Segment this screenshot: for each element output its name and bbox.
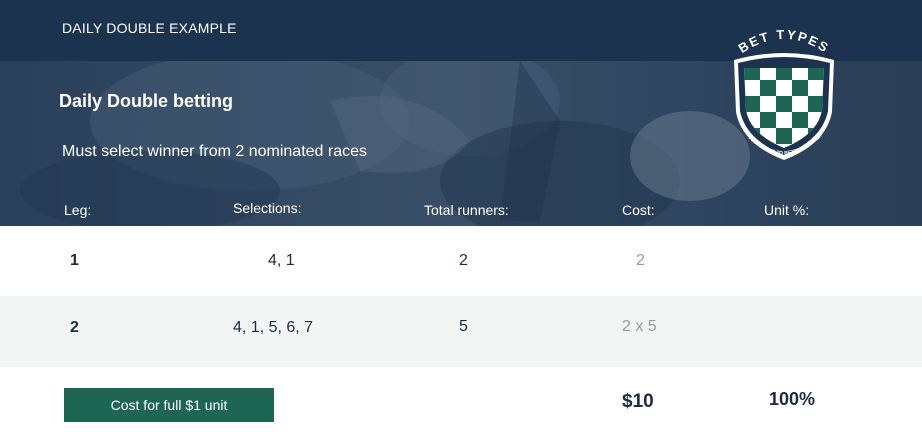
hero-description: Must select winner from 2 nominated race… xyxy=(62,143,368,160)
column-header-unit-percent: Unit %: xyxy=(764,202,810,218)
totals-row: Cost for full $1 unit $10 100% xyxy=(0,367,922,438)
total-cost-value: $10 xyxy=(622,391,654,412)
total-runners-cell: 5 xyxy=(459,318,468,335)
hero-heading: Daily Double betting xyxy=(59,91,234,111)
page-title: DAILY DOUBLE EXAMPLE xyxy=(62,20,237,36)
cost-cell: 2 xyxy=(636,252,645,269)
cost-for-full-unit-button[interactable]: Cost for full $1 unit xyxy=(64,388,274,422)
column-header-cost: Cost: xyxy=(622,202,655,218)
selections-cell: 4, 1 xyxy=(268,252,295,269)
svg-text:BET TYPES: BET TYPES xyxy=(736,27,833,56)
column-header-selections: Selections: xyxy=(233,200,302,216)
table-row: 1 4, 1 2 2 xyxy=(0,226,922,296)
column-header-total-runners: Total runners: xyxy=(424,202,509,218)
leg-cell: 2 xyxy=(70,319,79,336)
cost-cell: 2 x 5 xyxy=(622,318,657,335)
selections-cell: 4, 1, 5, 6, 7 xyxy=(233,319,314,336)
column-header-leg: Leg: xyxy=(64,202,92,218)
total-runners-cell: 2 xyxy=(459,252,468,269)
leg-cell: 1 xyxy=(70,252,79,269)
bet-types-logo: BET TYPES YOUR GUIDE TO BETTING BETTER xyxy=(734,27,834,160)
total-unit-percent-value: 100% xyxy=(769,389,816,409)
table-row: 2 4, 1, 5, 6, 7 5 2 x 5 xyxy=(0,296,922,367)
